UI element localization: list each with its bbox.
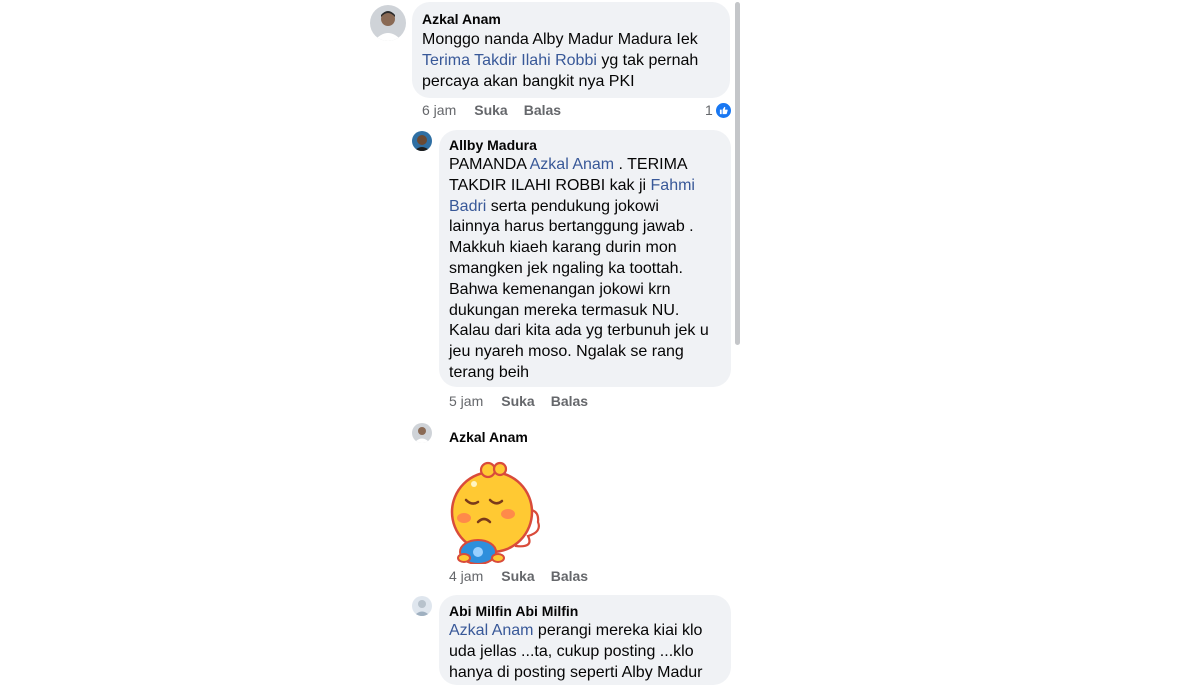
comment-line: Monggo nanda Alby Madur Madura Iek	[422, 30, 698, 51]
comment-line: smangken jek ngaling ka toottah.	[449, 259, 709, 280]
text-segment: yg tak pernah	[596, 51, 699, 69]
reply-button[interactable]: Balas	[551, 393, 588, 409]
avatar-photo	[412, 596, 432, 616]
comment-line: hanya di posting seperti Alby Madur	[449, 663, 702, 684]
reaction-number: 1	[705, 102, 713, 118]
like-button[interactable]: Suka	[474, 102, 507, 118]
text-segment: serta pendukung jokowi	[486, 197, 659, 215]
text-segment: Kalau dari kita ada yg terbunuh jek u	[449, 322, 709, 340]
mention-link[interactable]: Azkal Anam	[449, 622, 533, 639]
comment-text: Monggo nanda Alby Madur Madura Iek Terim…	[422, 30, 698, 92]
text-segment: TAKDIR ILAHI ROBBI kak ji	[449, 176, 651, 194]
comment-line: Makkuh kiaeh karang durin mon	[449, 238, 709, 259]
avatar[interactable]	[412, 423, 432, 443]
text-segment: percaya akan bangkit nya PKI	[422, 72, 635, 90]
mention-link[interactable]: Azkal Anam	[530, 156, 614, 173]
text-segment: Bahwa kemenangan jokowi krn	[449, 280, 671, 298]
text-segment: lainnya harus bertanggung jawab .	[449, 218, 694, 236]
text-segment: smangken jek ngaling ka toottah.	[449, 259, 683, 277]
comment-actions: 4 jam Suka Balas	[449, 568, 588, 584]
comment-author[interactable]: Abi Milfin Abi Milfin	[449, 603, 578, 619]
mention-link[interactable]: Fahmi	[651, 177, 695, 194]
avatar-photo	[412, 423, 432, 443]
text-segment: terang beih	[449, 363, 530, 381]
comment-author[interactable]: Azkal Anam	[422, 11, 501, 27]
comment-line: TAKDIR ILAHI ROBBI kak ji Fahmi	[449, 176, 709, 197]
comment-author[interactable]: Azkal Anam	[449, 429, 528, 445]
reaction-count[interactable]: 1	[705, 102, 731, 118]
comment-timestamp[interactable]: 4 jam	[449, 568, 483, 584]
comment-line: jeu nyareh moso. Ngalak se rang	[449, 342, 709, 363]
like-button[interactable]: Suka	[501, 393, 534, 409]
comment-line: PAMANDA Azkal Anam . TERIMA	[449, 155, 709, 176]
crying-angel-sticker[interactable]	[444, 460, 544, 565]
mention-link[interactable]: Badri	[449, 198, 486, 215]
comment-line: Kalau dari kita ada yg terbunuh jek u	[449, 321, 709, 342]
text-segment: jeu nyareh moso. Ngalak se rang	[449, 343, 684, 361]
text-segment: uda jellas ...ta, cukup posting ...klo	[449, 642, 694, 660]
comment-line: uda jellas ...ta, cukup posting ...klo	[449, 642, 702, 663]
comment-line: terang beih	[449, 363, 709, 384]
comment-timestamp[interactable]: 5 jam	[449, 393, 483, 409]
scrollbar[interactable]	[735, 2, 740, 345]
text-segment: hanya di posting seperti Alby Madur	[449, 663, 703, 681]
comment-line: Azkal Anam perangi mereka kiai klo	[449, 621, 702, 642]
comment-line: Terima Takdir Ilahi Robbi yg tak pernah	[422, 51, 698, 72]
like-button[interactable]: Suka	[501, 568, 534, 584]
mention-link[interactable]: Terima Takdir Ilahi Robbi	[422, 52, 597, 69]
comment-line: Bahwa kemenangan jokowi krn	[449, 280, 709, 301]
text-segment: PAMANDA	[449, 156, 530, 173]
reply-button[interactable]: Balas	[551, 568, 588, 584]
comment-line: lainnya harus bertanggung jawab .	[449, 217, 709, 238]
avatar[interactable]	[412, 131, 432, 151]
text-segment: . TERIMA	[614, 156, 688, 173]
comment-timestamp[interactable]: 6 jam	[422, 102, 456, 118]
text-segment: Monggo nanda Alby Madur Madura Iek	[422, 31, 698, 48]
text-segment: dukungan mereka termasuk NU.	[449, 301, 680, 319]
avatar[interactable]	[412, 596, 432, 616]
comment-actions: 6 jam Suka Balas	[422, 102, 561, 118]
avatar-photo	[412, 131, 432, 151]
comment-text: Azkal Anam perangi mereka kiai klo uda j…	[449, 621, 702, 683]
comment-text: PAMANDA Azkal Anam . TERIMA TAKDIR ILAHI…	[449, 155, 709, 384]
comment-actions: 5 jam Suka Balas	[449, 393, 588, 409]
text-segment: perangi mereka kiai klo	[533, 622, 703, 639]
avatar-photo	[370, 5, 406, 41]
sticker-image	[450, 461, 540, 565]
text-segment: Makkuh kiaeh karang durin mon	[449, 239, 677, 257]
comment-line: dukungan mereka termasuk NU.	[449, 301, 709, 322]
comment-line: Badri serta pendukung jokowi	[449, 197, 709, 218]
thumbs-up-icon	[715, 102, 731, 118]
reply-button[interactable]: Balas	[524, 102, 561, 118]
comment-author[interactable]: Allby Madura	[449, 137, 537, 153]
avatar[interactable]	[370, 5, 406, 41]
comment-line: percaya akan bangkit nya PKI	[422, 72, 698, 93]
